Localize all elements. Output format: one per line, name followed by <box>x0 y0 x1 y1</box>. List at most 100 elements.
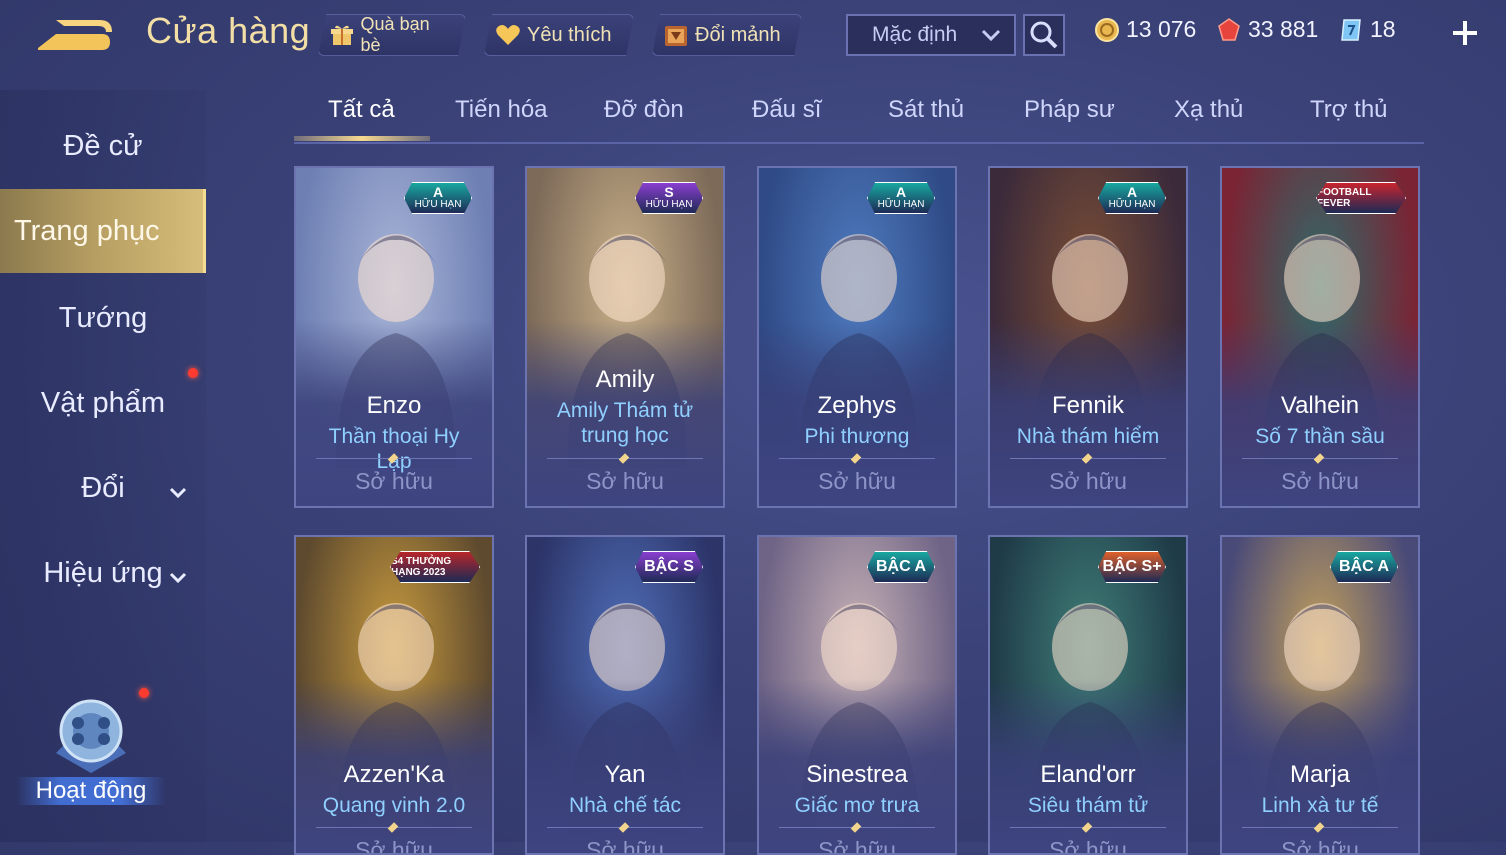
sidebar-item-exchange[interactable]: Đổi <box>0 446 206 530</box>
top-bar: Cửa hàng Quà bạn bè Yêu thích Đổi mảnh M… <box>0 0 1506 70</box>
badge-tier: A <box>1126 184 1138 200</box>
gold-amount: 13 076 <box>1126 16 1197 42</box>
skin-card[interactable]: S HỮU HẠN Amily Amily Thám tử trung học Sở h… <box>525 166 725 508</box>
rarity-badge: S4 THƯỞNG HẠNG 2023 <box>390 551 480 583</box>
gold-currency: 13 076 <box>1094 16 1196 43</box>
hero-name: Enzo <box>366 392 422 419</box>
activity-orb-icon <box>56 699 126 773</box>
tab-tank[interactable]: Đỡ đòn <box>604 96 684 124</box>
skin-name: Quang vinh 2.0 <box>322 794 466 817</box>
gem-currency: 33 881 <box>1216 16 1318 43</box>
rarity-badge: BẬC S+ <box>1098 551 1166 583</box>
skin-card[interactable]: S4 THƯỞNG HẠNG 2023 Azzen'Ka Quang vinh 2.… <box>294 535 494 855</box>
skin-card[interactable]: BẬC S Yan Nhà chế tác Sở hữu <box>525 535 725 855</box>
chevron-down-icon <box>168 561 188 594</box>
active-tab-indicator <box>294 136 430 141</box>
badge-subtitle: HỮU HẠN <box>877 199 925 210</box>
tab-fighter[interactable]: Đấu sĩ <box>752 96 821 124</box>
back-button[interactable] <box>34 14 114 54</box>
friend-gift-label: Quà bạn bè <box>360 14 430 55</box>
friend-gift-button[interactable]: Quà bạn bè <box>318 14 466 56</box>
ownership-status: Sở hữu <box>1049 468 1127 494</box>
skin-name: Giấc mơ trưa <box>794 794 920 817</box>
rarity-badge: BẬC A <box>1330 551 1398 583</box>
hero-name: Amily <box>595 366 655 393</box>
tab-all[interactable]: Tất cả <box>328 96 395 124</box>
divider <box>1010 827 1166 828</box>
skin-card[interactable]: BẬC S+ Eland'orr Siêu thám tử Sở hữu <box>988 535 1188 855</box>
sidebar-item-label: Tướng <box>58 301 148 334</box>
sidebar-item-items[interactable]: Vật phẩm <box>0 361 206 445</box>
skin-name: Phi thương <box>804 425 910 448</box>
divider <box>1010 458 1166 459</box>
rarity-badge: FOOTBALL FEVER <box>1316 182 1406 214</box>
badge-subtitle: HỮU HẠN <box>1108 199 1156 210</box>
sidebar-item-effects[interactable]: Hiệu ứng <box>0 531 206 615</box>
gem-amount: 33 881 <box>1248 16 1319 42</box>
divider <box>316 827 472 828</box>
ownership-status: Sở hữu <box>1281 468 1359 494</box>
ownership-status: Sở hữu <box>586 468 664 494</box>
skin-card[interactable]: AHỮU HẠN Enzo Thần thoại Hy LạpSở hữu <box>294 166 494 508</box>
skin-name: Số 7 thần sầu <box>1255 425 1385 448</box>
page-title: Cửa hàng <box>146 10 311 51</box>
sort-dropdown[interactable]: Mặc định <box>846 14 1016 56</box>
category-tabs: Tất cả Tiến hóa Đỡ đòn Đấu sĩ Sát thủ Ph… <box>294 86 1424 144</box>
search-button[interactable] <box>1023 14 1065 56</box>
voucher-icon <box>1341 18 1361 41</box>
search-icon <box>1030 21 1058 49</box>
skin-card[interactable]: FOOTBALL FEVER Valhein Số 7 thần sầu Sở hữu <box>1220 166 1420 508</box>
sidebar-item-label: Đổi <box>81 471 125 504</box>
hero-name: Zephys <box>817 392 897 419</box>
exchange-shards-button[interactable]: Đổi mảnh <box>652 14 802 56</box>
divider <box>316 458 472 459</box>
chest-icon <box>663 22 689 48</box>
divider <box>779 458 935 459</box>
hero-name: Valhein <box>1280 392 1360 419</box>
favorite-label: Yêu thích <box>527 23 612 46</box>
hero-name: Eland'orr <box>1040 761 1136 788</box>
sidebar-item-recommended[interactable]: Đề cử <box>0 104 206 188</box>
chevron-down-icon <box>980 26 1002 50</box>
add-currency-button[interactable] <box>1448 16 1482 50</box>
badge-tier: A <box>432 184 444 200</box>
exchange-shards-label: Đổi mảnh <box>695 23 781 46</box>
hero-name: Yan <box>604 761 646 788</box>
tab-mage[interactable]: Pháp sư <box>1024 96 1115 124</box>
activity-button[interactable]: Hoạt động <box>16 693 166 813</box>
tab-marksman[interactable]: Xạ thủ <box>1174 96 1243 124</box>
skin-card[interactable]: A HỮU HẠN Fennik Nhà thám hiểm Sở hữu <box>988 166 1188 508</box>
divider <box>547 827 703 828</box>
ruby-icon <box>1218 17 1240 41</box>
badge-label: S4 THƯỞNG HẠNG 2023 <box>391 556 452 578</box>
skin-name: Nhà thám hiểm <box>1016 425 1160 448</box>
badge-label: FOOTBALL FEVER <box>1317 187 1372 209</box>
skin-card[interactable]: BẬC A Sinestrea Giấc mơ trưa Sở hữu <box>757 535 957 855</box>
notification-dot <box>188 368 198 378</box>
voucher-currency: 18 <box>1338 16 1396 43</box>
rarity-badge: S HỮU HẠN <box>635 182 703 214</box>
sidebar-item-heroes[interactable]: Tướng <box>0 276 206 360</box>
divider <box>779 827 935 828</box>
notification-dot <box>139 688 149 698</box>
voucher-amount: 18 <box>1370 16 1396 42</box>
sidebar-item-label: Hiệu ứng <box>43 556 163 589</box>
skin-name: Siêu thám tử <box>1027 794 1149 817</box>
divider <box>1242 827 1398 828</box>
sidebar-item-label: Vật phẩm <box>40 386 166 419</box>
skin-card[interactable]: A HỮU HẠN Zephys Phi thương Sở hữu <box>757 166 957 508</box>
skin-name: Linh xà tư tế <box>1261 794 1379 817</box>
gold-coin-icon <box>1095 17 1119 42</box>
sidebar-item-skins[interactable]: Trang phục <box>0 189 206 273</box>
chevron-down-icon <box>168 476 188 509</box>
skin-card[interactable]: BẬC A Marja Linh xà tư tế Sở hữu <box>1220 535 1420 855</box>
back-arrow-icon <box>38 20 112 50</box>
tab-support[interactable]: Trợ thủ <box>1310 96 1388 124</box>
activity-label: Hoạt động <box>16 777 166 805</box>
favorite-button[interactable]: Yêu thích <box>484 14 634 56</box>
skin-name: Nhà chế tác <box>568 794 682 817</box>
tab-assassin[interactable]: Sát thủ <box>888 96 964 124</box>
badge-label: BẬC A <box>875 558 927 575</box>
hero-name: Azzen'Ka <box>343 761 445 788</box>
tab-evolution[interactable]: Tiến hóa <box>455 96 548 124</box>
